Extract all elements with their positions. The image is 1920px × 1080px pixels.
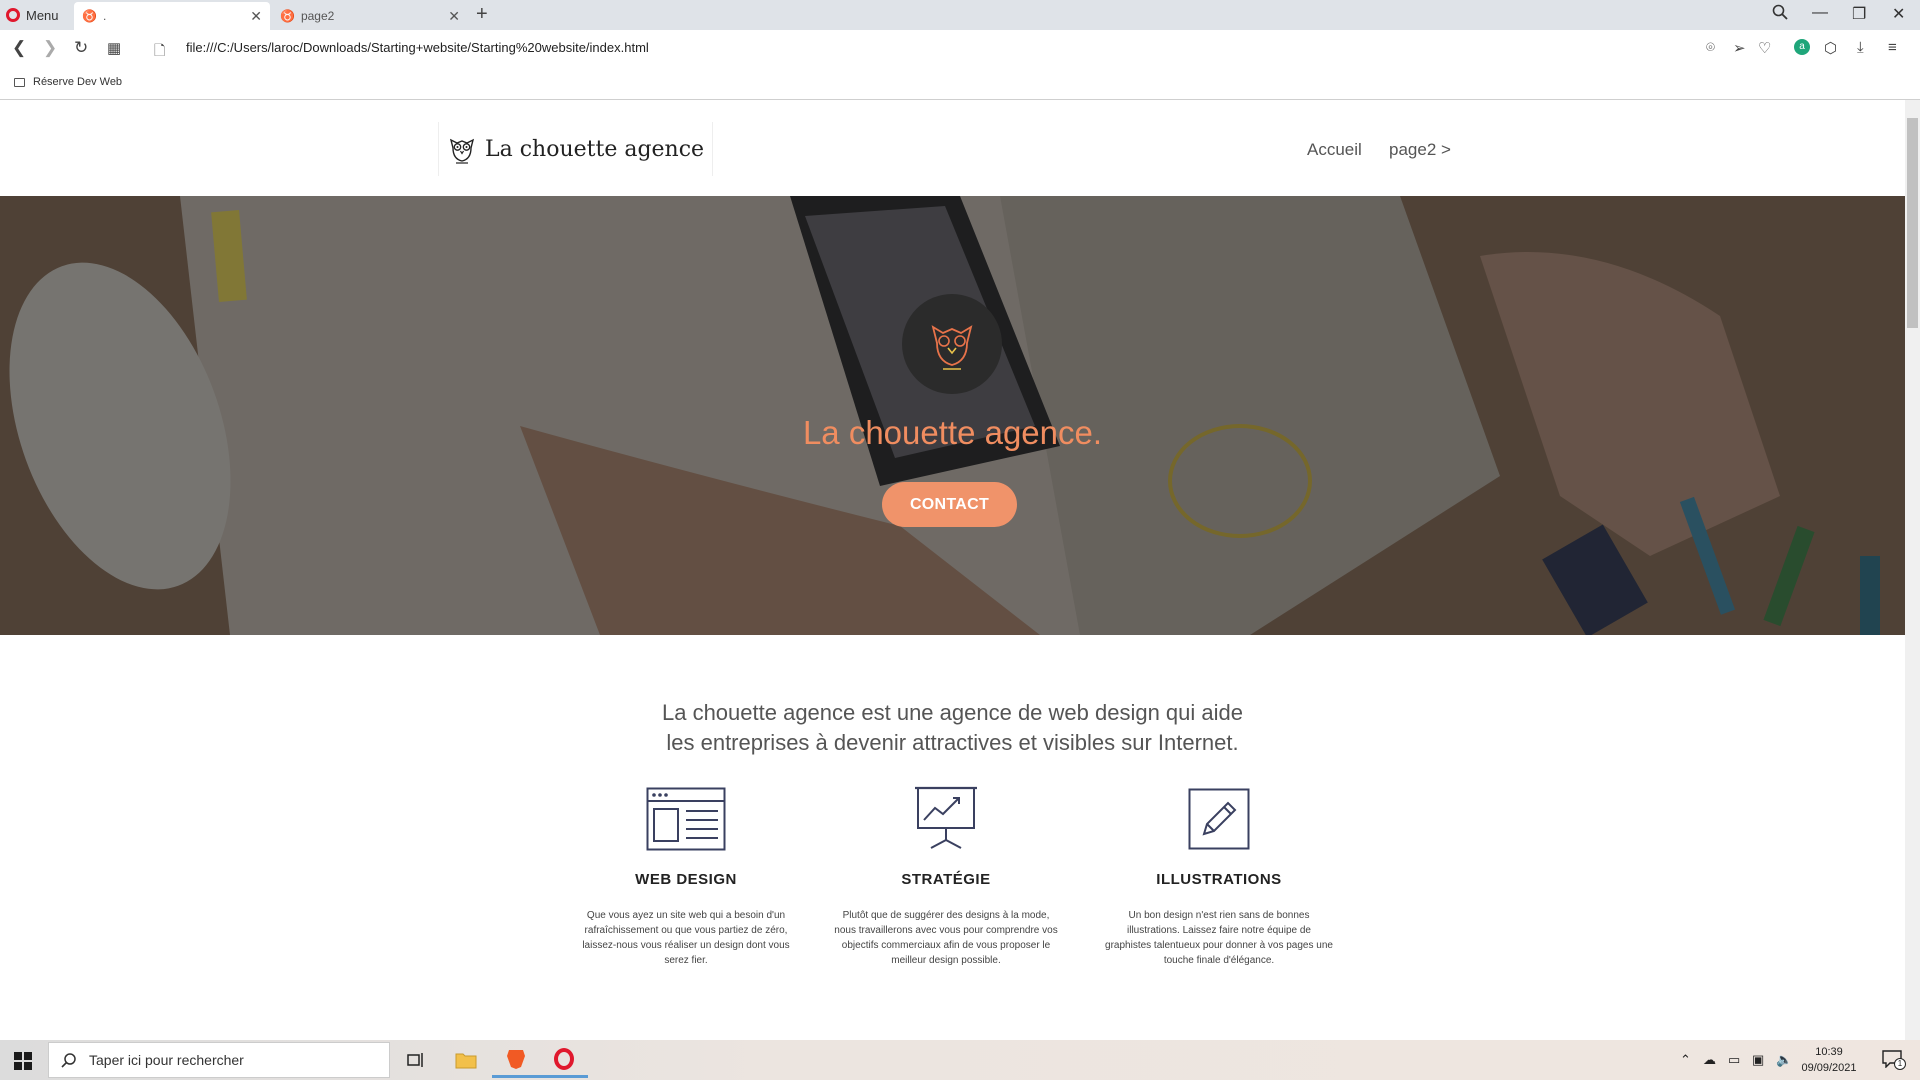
hero-owl-icon <box>902 294 1002 394</box>
search-placeholder: Taper ici pour rechercher <box>89 1052 244 1068</box>
nav-link-accueil[interactable]: Accueil <box>1307 140 1362 160</box>
intro-text: La chouette agence est une agence de web… <box>0 698 1905 758</box>
camera-icon[interactable]: ⌾ <box>1706 39 1715 56</box>
tab-title: page2 <box>300 9 335 23</box>
battery-icon[interactable]: ▭ <box>1728 1052 1740 1068</box>
close-icon[interactable]: ✕ <box>1892 4 1905 24</box>
address-bar: ❮ ❯ ↻ ▦ 🗋 file:///C:/Users/laroc/Downloa… <box>0 30 1920 66</box>
opera-menu-button[interactable]: Menu <box>6 5 59 25</box>
send-icon[interactable]: ➢ <box>1733 39 1746 57</box>
minimize-icon[interactable]: — <box>1812 4 1828 22</box>
owl-favicon-icon: ♉ <box>280 9 295 23</box>
bookmark-folder[interactable]: Réserve Dev Web <box>14 76 122 88</box>
task-view-icon[interactable] <box>392 1042 440 1078</box>
windows-taskbar: Taper ici pour rechercher ⌃ ☁ ▭ ▣ 🔈 10:3… <box>0 1040 1920 1080</box>
service-title: WEB DESIGN <box>635 871 737 888</box>
file-explorer-icon[interactable] <box>442 1042 490 1078</box>
opera-browser-icon[interactable] <box>540 1042 588 1078</box>
bookmark-label: Réserve Dev Web <box>33 76 123 88</box>
notification-center-icon[interactable]: 1 <box>1882 1050 1906 1071</box>
close-tab-icon[interactable]: ✕ <box>448 8 460 25</box>
service-illustrations: ILLUSTRATIONS Un bon design n'est rien s… <box>1099 785 1339 968</box>
tab-title: . <box>102 9 107 23</box>
clock-time: 10:39 <box>1815 1046 1843 1058</box>
menu-icon[interactable]: ≡ <box>1888 39 1897 56</box>
logo-text: La chouette agence <box>485 136 705 162</box>
intro-line-1: La chouette agence est une agence de web… <box>661 700 1243 725</box>
search-icon <box>61 1053 76 1068</box>
close-tab-icon[interactable]: ✕ <box>250 8 262 25</box>
onedrive-icon[interactable]: ☁ <box>1703 1052 1716 1068</box>
extension-icon[interactable]: a <box>1794 39 1810 55</box>
opera-logo-icon <box>6 8 20 22</box>
presentation-chart-icon <box>826 785 1066 853</box>
search-tabs-icon[interactable] <box>1772 4 1788 25</box>
url-field[interactable]: file:///C:/Users/laroc/Downloads/Startin… <box>186 40 649 55</box>
site-logo[interactable]: La chouette agence <box>438 122 714 176</box>
service-description: Plutôt que de suggérer des designs à la … <box>834 910 1058 966</box>
service-title: ILLUSTRATIONS <box>1156 871 1282 888</box>
notification-count: 1 <box>1894 1058 1906 1070</box>
heart-icon[interactable]: ♡ <box>1758 39 1771 57</box>
page-icon: 🗋 <box>154 42 166 58</box>
service-strategie: STRATÉGIE Plutôt que de suggérer des des… <box>826 785 1066 968</box>
nav-link-page2[interactable]: page2 > <box>1389 140 1451 160</box>
folder-icon <box>14 77 25 87</box>
page-scrollbar[interactable] <box>1905 100 1920 1040</box>
grid-icon[interactable]: ▦ <box>107 39 121 57</box>
taskbar-search-input[interactable]: Taper ici pour rechercher <box>48 1042 390 1078</box>
taskbar-clock[interactable]: 10:39 09/09/2021 <box>1784 1044 1874 1076</box>
tab-index[interactable]: ♉ . ✕ <box>74 2 270 30</box>
reload-icon[interactable]: ↻ <box>74 38 88 58</box>
contact-button[interactable]: CONTACT <box>882 482 1017 527</box>
tab-page2[interactable]: ♉ page2 ✕ <box>272 2 468 30</box>
service-web-design: WEB DESIGN Que vous ayez un site web qui… <box>566 785 806 968</box>
hero-title: La chouette agence. <box>802 414 1103 451</box>
pencil-icon <box>1099 785 1339 853</box>
network-icon[interactable]: ▣ <box>1752 1052 1764 1068</box>
restore-icon[interactable]: ❐ <box>1852 4 1866 24</box>
page-viewport: La chouette agence Accueil page2 > La ch… <box>0 100 1905 1040</box>
scrollbar-thumb[interactable] <box>1907 118 1918 328</box>
brave-browser-icon[interactable] <box>492 1042 540 1078</box>
service-description: Que vous ayez un site web qui a besoin d… <box>582 910 790 966</box>
tray-chevron-icon[interactable]: ⌃ <box>1680 1052 1691 1068</box>
bookmarks-bar: Réserve Dev Web <box>0 66 1920 100</box>
new-tab-button[interactable]: + <box>476 3 488 26</box>
download-icon[interactable]: ⤓ <box>1857 39 1864 56</box>
web-layout-icon <box>566 785 806 853</box>
browser-tab-bar: Menu ♉ . ✕ ♉ page2 ✕ + — ❐ ✕ <box>0 0 1920 30</box>
cube-icon[interactable]: ⬡ <box>1824 39 1837 57</box>
service-title: STRATÉGIE <box>901 871 991 888</box>
hero-section: La chouette agence. CONTACT <box>0 196 1905 635</box>
site-header: La chouette agence Accueil page2 > <box>0 100 1905 196</box>
service-description: Un bon design n'est rien sans de bonnes … <box>1105 910 1333 966</box>
windows-start-icon[interactable] <box>14 1052 32 1070</box>
clock-date: 09/09/2021 <box>1801 1062 1857 1074</box>
forward-arrow-icon[interactable]: ❯ <box>43 38 57 58</box>
intro-line-2: les entreprises à devenir attractives et… <box>666 730 1239 755</box>
menu-label: Menu <box>26 7 59 23</box>
owl-favicon-icon: ♉ <box>82 9 97 23</box>
owl-logo-icon <box>449 138 475 164</box>
back-arrow-icon[interactable]: ❮ <box>12 38 26 58</box>
